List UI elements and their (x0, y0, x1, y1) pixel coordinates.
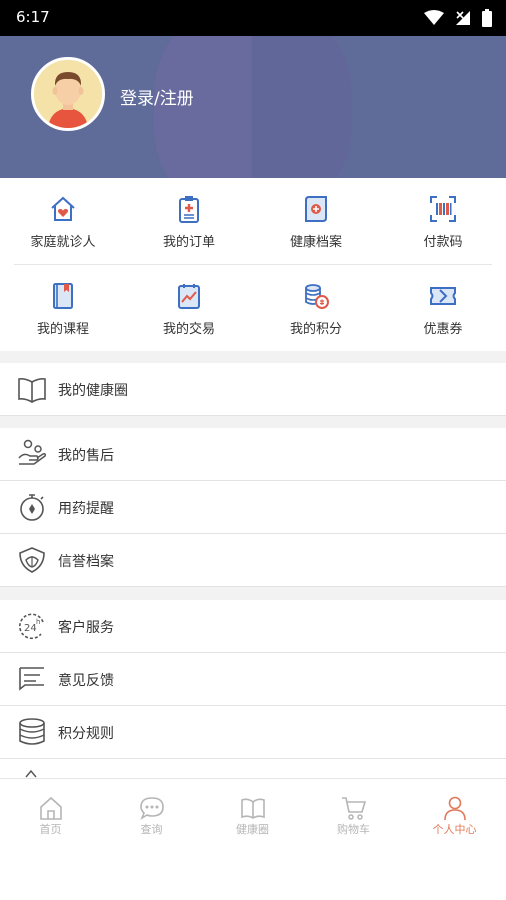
menu-coupons[interactable]: 优惠券 (380, 265, 506, 351)
list-item-medication-reminder[interactable]: 用药提醒 (0, 481, 506, 533)
menu-label: 我的课程 (36, 322, 89, 337)
quick-menu-row-2: 我的课程 我的交易 我的积分 优惠券 (0, 265, 506, 351)
tab-personal-center[interactable]: 个人中心 (404, 779, 505, 843)
list-item-after-sales[interactable]: 我的售后 (0, 428, 506, 480)
tab-query[interactable]: 查询 (101, 779, 202, 843)
shield-lotus-icon (19, 547, 45, 573)
battery-icon (482, 9, 492, 27)
chat-query-icon (139, 797, 164, 820)
person-icon (443, 796, 466, 821)
quick-menu-row-1: 家庭就诊人 我的订单 健康档案 付款码 (0, 178, 506, 264)
tab-cart[interactable]: 购物车 (303, 779, 404, 843)
menu-my-points[interactable]: 我的积分 (253, 265, 379, 351)
open-book-icon (18, 378, 46, 403)
list-item-feedback[interactable]: 意见反馈 (0, 653, 506, 705)
coupon-icon (430, 287, 456, 305)
menu-family-patients[interactable]: 家庭就诊人 (0, 178, 126, 264)
home-heart-icon (51, 196, 75, 221)
menu-label: 优惠券 (423, 322, 463, 337)
tab-label: 个人中心 (432, 823, 477, 836)
tab-home[interactable]: 首页 (0, 779, 101, 843)
svg-text:h: h (36, 618, 40, 626)
menu-my-trades[interactable]: 我的交易 (126, 265, 252, 351)
list-item-partial[interactable] (0, 759, 506, 778)
trade-chart-icon (178, 284, 200, 309)
list-item-customer-service[interactable]: 24 h 客户服务 (0, 600, 506, 652)
menu-health-records[interactable]: 健康档案 (253, 178, 379, 264)
avatar[interactable] (31, 57, 105, 131)
menu-my-orders[interactable]: 我的订单 (126, 178, 252, 264)
bottom-blank-area (0, 842, 506, 900)
menu-label: 我的积分 (289, 322, 342, 337)
section-gap (0, 587, 506, 600)
home-icon (39, 796, 62, 820)
header-decoration-shade (252, 36, 352, 178)
points-coins-icon (305, 284, 329, 309)
login-register-link[interactable]: 登录/注册 (120, 84, 194, 109)
menu-label: 我的订单 (162, 235, 215, 250)
svg-text:24: 24 (24, 623, 37, 634)
list-item-points-rules[interactable]: 积分规则 (0, 706, 506, 758)
wifi-icon (424, 10, 444, 25)
menu-label: 我的交易 (162, 322, 215, 337)
menu-my-courses[interactable]: 我的课程 (0, 265, 126, 351)
menu-label: 付款码 (423, 235, 463, 250)
list-item-health-circle[interactable]: 我的健康圈 (0, 363, 506, 415)
database-icon (19, 718, 45, 745)
list-item-credit-record[interactable]: 信誉档案 (0, 534, 506, 586)
list-item-label: 我的售后 (58, 448, 114, 464)
menu-label: 健康档案 (289, 235, 342, 250)
24h-service-icon: 24 h (19, 613, 44, 640)
book-icon (240, 798, 265, 819)
course-book-icon (53, 283, 73, 309)
list-item-label: 客户服务 (58, 620, 114, 636)
cellular-off-icon (456, 11, 470, 25)
menu-payment-code[interactable]: 付款码 (380, 178, 506, 264)
list-item-label: 用药提醒 (58, 501, 114, 517)
menu-label: 家庭就诊人 (30, 235, 96, 250)
arrow-up-icon (25, 769, 37, 778)
list-item-label: 意见反馈 (58, 673, 114, 689)
status-bar: 6:17 (0, 0, 506, 36)
bottom-tab-bar: 首页 查询 健康圈 购物车 个人中心 (0, 778, 506, 842)
profile-header: 登录/注册 (0, 36, 506, 178)
cart-icon (341, 797, 366, 820)
tab-label: 首页 (39, 823, 62, 836)
status-icons (424, 8, 492, 28)
feedback-icon (19, 667, 44, 691)
section-gap (0, 416, 506, 428)
barcode-scan-icon (430, 196, 456, 222)
health-record-icon (305, 196, 327, 222)
tab-label: 查询 (140, 823, 163, 836)
clipboard-order-icon (179, 196, 199, 223)
tab-label: 健康圈 (236, 823, 269, 836)
status-time: 6:17 (16, 8, 50, 26)
section-gap (0, 351, 506, 363)
stopwatch-icon (20, 494, 44, 521)
list-item-label: 我的健康圈 (58, 383, 128, 399)
tab-health-circle[interactable]: 健康圈 (202, 779, 303, 843)
list-item-label: 积分规则 (58, 726, 114, 742)
list-item-label: 信誉档案 (58, 554, 114, 570)
tab-label: 购物车 (337, 823, 370, 836)
avatar-person-icon (34, 60, 102, 128)
after-sales-icon (18, 439, 46, 465)
